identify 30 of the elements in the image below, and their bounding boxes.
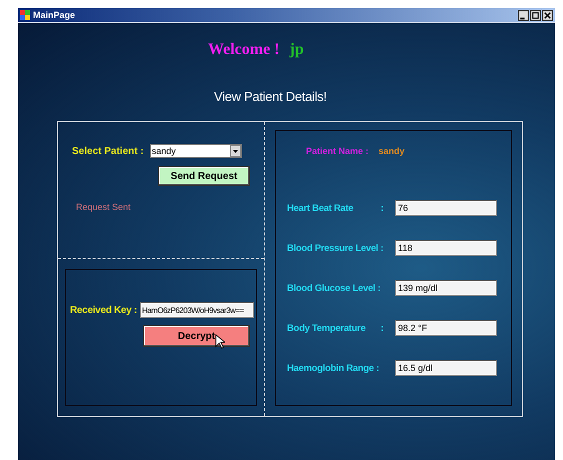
patient-dropdown[interactable]: sandy (150, 144, 242, 158)
app-icon (20, 10, 30, 20)
mouse-cursor-icon (215, 334, 225, 349)
request-status: Request Sent (76, 202, 132, 212)
value-field[interactable]: 118 (395, 240, 497, 256)
user-name: jp (290, 41, 304, 59)
patient-name-label: Patient Name : (306, 146, 369, 156)
page-heading: View Patient Details! (214, 89, 328, 104)
patient-name-value: sandy (378, 146, 405, 156)
send-request-button[interactable]: Send Request (158, 166, 250, 186)
field-label: Blood Pressure Level : (287, 242, 384, 254)
value-field[interactable]: 98.2 °F (395, 320, 497, 336)
field-label: Haemoglobin Range : (287, 362, 379, 374)
maximize-icon[interactable] (530, 10, 541, 20)
received-key-label: Received Key : (70, 304, 137, 316)
select-patient-label: Select Patient : (72, 146, 144, 156)
colon-text: : (380, 322, 384, 334)
field-label: Blood Glucose Level : (287, 282, 380, 294)
colon-text: : (380, 202, 384, 214)
field-label: Body Temperature (287, 322, 366, 334)
minimize-icon[interactable] (518, 10, 529, 20)
close-icon[interactable] (542, 10, 553, 20)
window-title: MainPage (33, 10, 76, 20)
field-label: Heart Beat Rate (287, 202, 354, 214)
value-field[interactable]: 76 (395, 200, 497, 216)
welcome-text: Welcome ! (208, 41, 280, 59)
key-field[interactable]: HamO6zP6203W/oH9vsar3w== (140, 302, 254, 318)
value-field[interactable]: 139 mg/dl (395, 280, 497, 296)
value-field[interactable]: 16.5 g/dl (395, 360, 497, 376)
decrypt-button[interactable]: Decrypt (143, 325, 250, 347)
